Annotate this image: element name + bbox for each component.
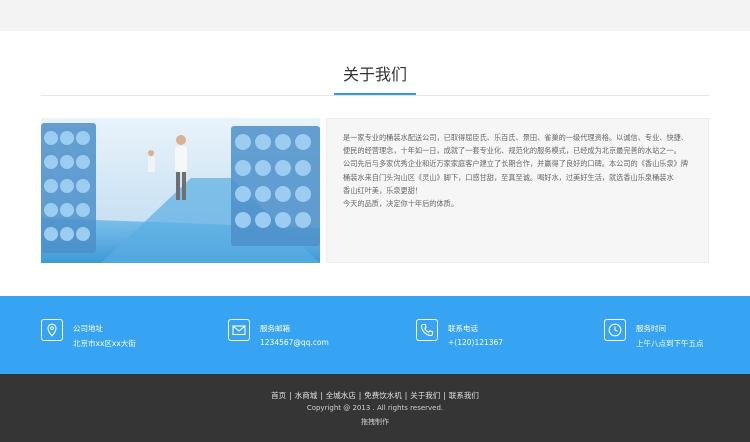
footer-separator: | — [358, 391, 362, 400]
section-header: 关于我们 — [0, 31, 750, 117]
info-hours-label: 服务时间 — [636, 324, 666, 333]
about-paragraph-4: 今天的品质，决定你十年后的体质。 — [343, 199, 459, 209]
clock-icon — [604, 319, 626, 341]
title-divider — [41, 95, 709, 96]
warehouse-photo — [41, 118, 320, 263]
info-address-label: 公司地址 — [73, 324, 103, 333]
info-email-label: 服务邮箱 — [260, 324, 290, 333]
title-accent-underline — [334, 93, 416, 95]
site-footer: 首页 | 水商城 | 全城水店 | 免费饮水机 | 关于我们 | 联系我们 Copyright @ … — [0, 374, 750, 442]
footer-link-contact[interactable]: 联系我们 — [449, 390, 479, 401]
footer-nav: 首页 | 水商城 | 全城水店 | 免费饮水机 | 关于我们 | 联系我们 — [0, 390, 750, 401]
location-pin-icon — [41, 319, 63, 341]
info-hours-value: 上午八点到下午五点 — [636, 339, 704, 348]
info-email-value[interactable]: 1234567@qq.com — [260, 338, 329, 347]
contact-info-bar: 公司地址 北京市xx区xx大街 服务邮箱 1234567@qq.com 联系电话… — [0, 296, 750, 374]
info-phone-label: 联系电话 — [448, 324, 478, 333]
top-band — [0, 0, 750, 31]
footer-link-free-dispenser[interactable]: 免费饮水机 — [364, 390, 402, 401]
copyright-text: Copyright @ 2013 . All rights reserved. — [306, 404, 444, 412]
phone-icon — [416, 319, 438, 341]
about-text-box: 是一家专业的桶装水配送公司，已取得屈臣氏、乐百氏、景田、雀巢的一级代理资格。以诚… — [326, 118, 709, 263]
about-paragraph-2: 公司先后与多家优秀企业和近万家家庭客户建立了长期合作，并赢得了良好的口碑。本公司… — [343, 159, 689, 182]
about-paragraph-3: 香山红叶美，乐泉更甜！ — [343, 185, 423, 195]
section-title: 关于我们 — [342, 65, 407, 84]
footer-separator: | — [289, 391, 292, 400]
footer-link-stores[interactable]: 全城水店 — [326, 390, 356, 401]
footer-link-shop[interactable]: 水商城 — [295, 390, 318, 401]
info-phone-value[interactable]: +(120)121367 — [448, 338, 503, 347]
info-address-value: 北京市xx区xx大街 — [73, 339, 136, 348]
footer-separator: | — [404, 391, 408, 400]
footer-link-home[interactable]: 首页 — [271, 390, 286, 401]
credit-link[interactable]: 拖拽制作 — [0, 417, 750, 427]
warehouse-illustration — [41, 118, 320, 263]
mail-icon — [228, 319, 250, 341]
footer-separator: | — [443, 391, 446, 400]
about-paragraph-1: 是一家专业的桶装水配送公司，已取得屈臣氏、乐百氏、景田、雀巢的一级代理资格。以诚… — [343, 133, 689, 156]
footer-link-about[interactable]: 关于我们 — [410, 390, 440, 401]
footer-separator: | — [320, 391, 323, 400]
